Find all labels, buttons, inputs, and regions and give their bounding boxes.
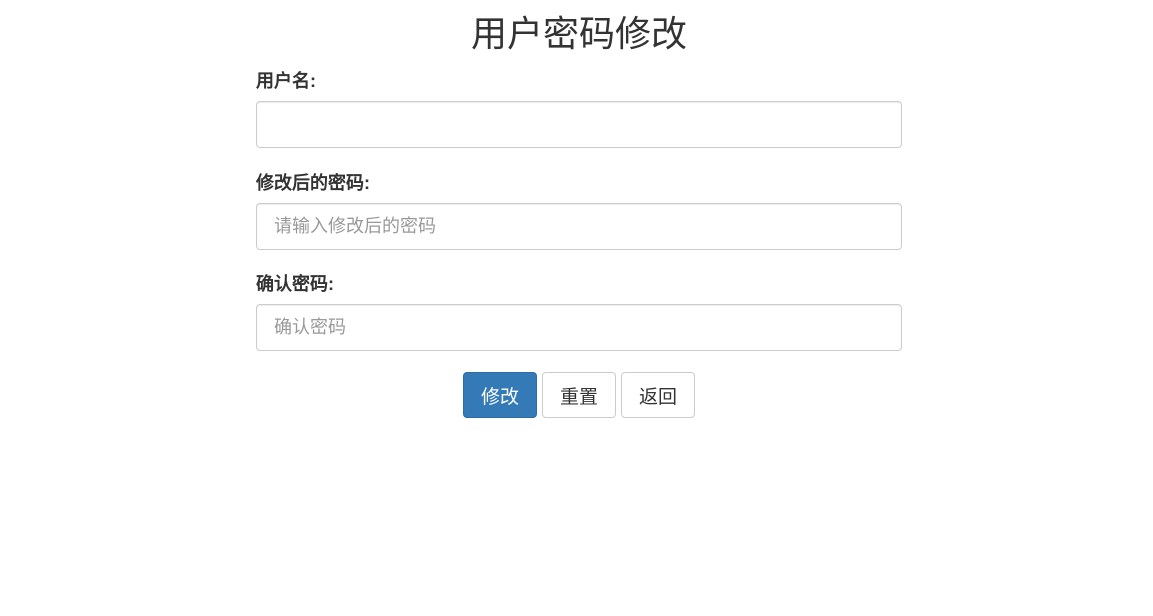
form-actions: 修改 重置 返回 [463, 372, 695, 418]
reset-button[interactable]: 重置 [542, 372, 616, 418]
page-title: 用户密码修改 [470, 13, 687, 54]
username-input[interactable] [256, 101, 902, 148]
back-button[interactable]: 返回 [621, 372, 695, 418]
confirm-password-label: 确认密码: [256, 274, 334, 294]
confirm-password-group: 确认密码: [256, 271, 902, 351]
password-change-page: 用户密码修改 用户名: 修改后的密码: 确认密码: 修改 重置 返回 [0, 0, 1153, 616]
confirm-password-input[interactable] [256, 304, 902, 351]
username-group: 用户名: [256, 68, 902, 148]
username-label: 用户名: [256, 71, 316, 91]
new-password-label: 修改后的密码: [256, 173, 370, 193]
submit-button[interactable]: 修改 [463, 372, 537, 418]
new-password-group: 修改后的密码: [256, 170, 902, 250]
new-password-input[interactable] [256, 203, 902, 250]
